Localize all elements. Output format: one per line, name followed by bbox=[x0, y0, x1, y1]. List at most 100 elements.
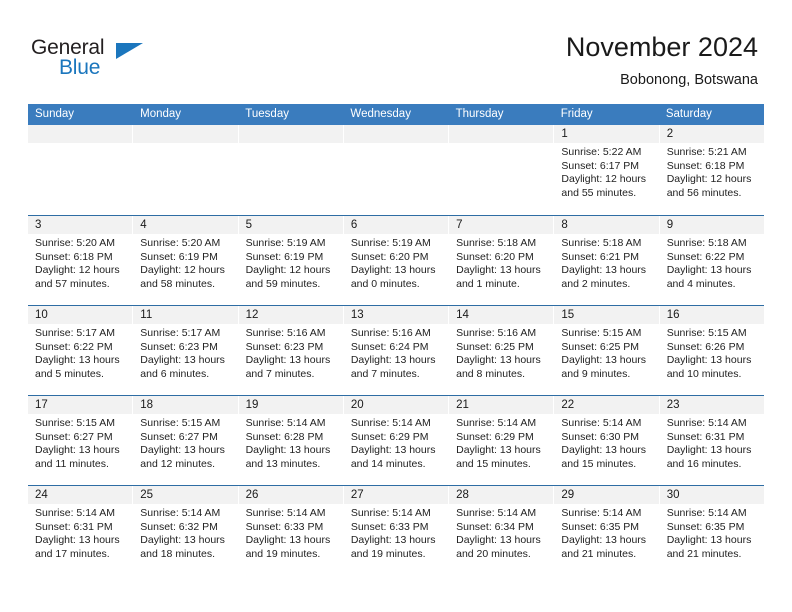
sunrise-text: Sunrise: 5:14 AM bbox=[245, 507, 326, 519]
day-cell[interactable]: 17 Sunrise: 5:15 AM Sunset: 6:27 PM Dayligh… bbox=[28, 396, 134, 485]
day-cell[interactable]: 4 Sunrise: 5:20 AM Sunset: 6:19 PM Daylight… bbox=[133, 216, 239, 305]
daylight-text: Daylight: 13 hours bbox=[35, 354, 120, 367]
daylight-text: and 6 minutes. bbox=[140, 367, 210, 380]
day-cell[interactable]: 12 Sunrise: 5:16 AM Sunset: 6:23 PM Dayligh… bbox=[238, 306, 344, 395]
sunset-text: Sunset: 6:27 PM bbox=[35, 430, 113, 443]
day-cell[interactable]: 23 Sunrise: 5:14 AM Sunset: 6:31 PM Dayligh… bbox=[659, 396, 764, 485]
day-number: 13 bbox=[343, 306, 449, 324]
day-details: Sunrise: 5:14 AM Sunset: 6:33 PM Daylight:… bbox=[343, 504, 449, 575]
day-cell[interactable]: 25 Sunrise: 5:14 AM Sunset: 6:32 PM Dayligh… bbox=[133, 486, 239, 575]
daylight-text: Daylight: 13 hours bbox=[350, 264, 436, 277]
day-cell[interactable]: 5 Sunrise: 5:19 AM Sunset: 6:19 PM Daylight… bbox=[238, 216, 344, 305]
day-details: Sunrise: 5:14 AM Sunset: 6:29 PM Daylight:… bbox=[343, 414, 449, 485]
daylight-text: Daylight: 13 hours bbox=[561, 444, 647, 457]
day-cell[interactable]: 2 Sunrise: 5:21 AM Sunset: 6:18 PM Daylight… bbox=[659, 125, 764, 215]
daylight-text: Daylight: 12 hours bbox=[35, 264, 120, 277]
daylight-text: and 15 minutes. bbox=[456, 457, 531, 470]
day-cell-empty bbox=[449, 125, 555, 215]
sunrise-text: Sunrise: 5:20 AM bbox=[35, 237, 115, 249]
daylight-text: Daylight: 13 hours bbox=[561, 534, 647, 547]
day-cell[interactable]: 1 Sunrise: 5:22 AM Sunset: 6:17 PM Daylight… bbox=[554, 125, 660, 215]
sunset-text: Sunset: 6:31 PM bbox=[35, 520, 113, 533]
day-details bbox=[343, 143, 449, 215]
sunrise-text: Sunrise: 5:15 AM bbox=[140, 417, 221, 429]
day-cell[interactable]: 15 Sunrise: 5:15 AM Sunset: 6:25 PM Dayligh… bbox=[554, 306, 660, 395]
sunrise-text: Sunrise: 5:15 AM bbox=[35, 417, 115, 429]
day-number: 18 bbox=[133, 396, 238, 414]
daylight-text: Daylight: 13 hours bbox=[456, 264, 541, 277]
daylight-text: and 2 minutes. bbox=[561, 277, 631, 290]
day-cell-empty bbox=[343, 125, 450, 215]
day-cell[interactable]: 10 Sunrise: 5:17 AM Sunset: 6:22 PM Dayligh… bbox=[28, 306, 134, 395]
day-number bbox=[133, 125, 238, 143]
daylight-text: and 58 minutes. bbox=[140, 277, 215, 290]
daylight-text: and 11 minutes. bbox=[35, 457, 109, 470]
daylight-text: and 56 minutes. bbox=[666, 186, 742, 199]
triangle-flag-icon bbox=[116, 43, 143, 59]
title-block: November 2024 Bobonong, Botswana bbox=[566, 30, 758, 90]
sunrise-text: Sunrise: 5:18 AM bbox=[456, 237, 537, 249]
day-cell[interactable]: 16 Sunrise: 5:15 AM Sunset: 6:26 PM Dayligh… bbox=[659, 306, 764, 395]
calendar-grid: Sunday Monday Tuesday Wednesday Thursday Frid… bbox=[28, 104, 764, 575]
sunset-text: Sunset: 6:19 PM bbox=[245, 250, 324, 263]
day-cell[interactable]: 27 Sunrise: 5:14 AM Sunset: 6:33 PM Dayligh… bbox=[343, 486, 450, 575]
day-cell[interactable]: 22 Sunrise: 5:14 AM Sunset: 6:30 PM Dayligh… bbox=[554, 396, 660, 485]
sunset-text: Sunset: 6:25 PM bbox=[456, 340, 534, 353]
daylight-text: Daylight: 13 hours bbox=[350, 444, 436, 457]
day-number bbox=[449, 125, 554, 143]
sunrise-text: Sunrise: 5:17 AM bbox=[140, 327, 221, 339]
sunrise-text: Sunrise: 5:21 AM bbox=[666, 146, 747, 158]
day-number: 11 bbox=[133, 306, 238, 324]
day-number: 30 bbox=[659, 486, 764, 504]
day-details: Sunrise: 5:20 AM Sunset: 6:18 PM Daylight:… bbox=[28, 234, 133, 305]
daylight-text: Daylight: 13 hours bbox=[666, 354, 752, 367]
daylight-text: Daylight: 13 hours bbox=[456, 354, 541, 367]
day-cell[interactable]: 3 Sunrise: 5:20 AM Sunset: 6:18 PM Daylight… bbox=[28, 216, 134, 305]
day-cell[interactable]: 19 Sunrise: 5:14 AM Sunset: 6:28 PM Dayligh… bbox=[238, 396, 344, 485]
brand-logo[interactable]: General Blue bbox=[31, 36, 191, 82]
weekday-header-friday: Friday bbox=[560, 108, 593, 120]
calendar-week-row: 17 Sunrise: 5:15 AM Sunset: 6:27 PM Dayligh… bbox=[28, 395, 764, 485]
day-details: Sunrise: 5:14 AM Sunset: 6:31 PM Daylight:… bbox=[28, 504, 133, 575]
day-cell[interactable]: 14 Sunrise: 5:16 AM Sunset: 6:25 PM Dayligh… bbox=[449, 306, 555, 395]
day-number: 16 bbox=[659, 306, 764, 324]
day-details: Sunrise: 5:14 AM Sunset: 6:33 PM Daylight:… bbox=[238, 504, 343, 575]
day-cell[interactable]: 30 Sunrise: 5:14 AM Sunset: 6:35 PM Dayligh… bbox=[659, 486, 764, 575]
day-details: Sunrise: 5:14 AM Sunset: 6:35 PM Daylight:… bbox=[659, 504, 764, 575]
day-cell[interactable]: 7 Sunrise: 5:18 AM Sunset: 6:20 PM Daylight… bbox=[449, 216, 555, 305]
day-cell[interactable]: 13 Sunrise: 5:16 AM Sunset: 6:24 PM Dayligh… bbox=[343, 306, 450, 395]
day-cell[interactable]: 8 Sunrise: 5:18 AM Sunset: 6:21 PM Daylight… bbox=[554, 216, 660, 305]
daylight-text: Daylight: 12 hours bbox=[561, 173, 647, 186]
page-header: General Blue November 2024 Bobonong, Bot… bbox=[0, 0, 792, 104]
day-cell[interactable]: 9 Sunrise: 5:18 AM Sunset: 6:22 PM Daylight… bbox=[659, 216, 764, 305]
day-cell[interactable]: 24 Sunrise: 5:14 AM Sunset: 6:31 PM Dayligh… bbox=[28, 486, 134, 575]
daylight-text: and 17 minutes. bbox=[35, 547, 110, 560]
day-cell[interactable]: 28 Sunrise: 5:14 AM Sunset: 6:34 PM Dayligh… bbox=[449, 486, 555, 575]
day-details: Sunrise: 5:14 AM Sunset: 6:28 PM Daylight:… bbox=[238, 414, 343, 485]
daylight-text: Daylight: 13 hours bbox=[35, 534, 120, 547]
daylight-text: and 9 minutes. bbox=[561, 367, 631, 380]
day-cell[interactable]: 6 Sunrise: 5:19 AM Sunset: 6:20 PM Daylight… bbox=[343, 216, 450, 305]
day-details: Sunrise: 5:15 AM Sunset: 6:27 PM Daylight:… bbox=[133, 414, 238, 485]
daylight-text: Daylight: 13 hours bbox=[140, 534, 225, 547]
day-details: Sunrise: 5:19 AM Sunset: 6:19 PM Daylight:… bbox=[238, 234, 343, 305]
day-cell[interactable]: 26 Sunrise: 5:14 AM Sunset: 6:33 PM Dayligh… bbox=[238, 486, 344, 575]
day-details: Sunrise: 5:21 AM Sunset: 6:18 PM Daylight:… bbox=[659, 143, 764, 215]
day-details: Sunrise: 5:14 AM Sunset: 6:34 PM Daylight:… bbox=[449, 504, 554, 575]
calendar-page: General Blue November 2024 Bobonong, Bot… bbox=[0, 0, 792, 612]
sunrise-text: Sunrise: 5:14 AM bbox=[561, 507, 642, 519]
sunrise-text: Sunrise: 5:22 AM bbox=[561, 146, 642, 158]
day-cell[interactable]: 11 Sunrise: 5:17 AM Sunset: 6:23 PM Dayligh… bbox=[133, 306, 239, 395]
daylight-text: Daylight: 13 hours bbox=[350, 534, 436, 547]
day-number: 15 bbox=[554, 306, 659, 324]
day-cell[interactable]: 18 Sunrise: 5:15 AM Sunset: 6:27 PM Dayligh… bbox=[133, 396, 239, 485]
day-cell[interactable]: 21 Sunrise: 5:14 AM Sunset: 6:29 PM Dayligh… bbox=[449, 396, 555, 485]
day-cell[interactable]: 20 Sunrise: 5:14 AM Sunset: 6:29 PM Dayligh… bbox=[343, 396, 450, 485]
daylight-text: and 19 minutes. bbox=[245, 547, 321, 560]
sunrise-text: Sunrise: 5:16 AM bbox=[350, 327, 431, 339]
day-details: Sunrise: 5:14 AM Sunset: 6:31 PM Daylight:… bbox=[659, 414, 764, 485]
day-details: Sunrise: 5:18 AM Sunset: 6:20 PM Daylight:… bbox=[449, 234, 554, 305]
day-number: 29 bbox=[554, 486, 659, 504]
day-cell[interactable]: 29 Sunrise: 5:14 AM Sunset: 6:35 PM Dayligh… bbox=[554, 486, 660, 575]
sunset-text: Sunset: 6:22 PM bbox=[35, 340, 113, 353]
